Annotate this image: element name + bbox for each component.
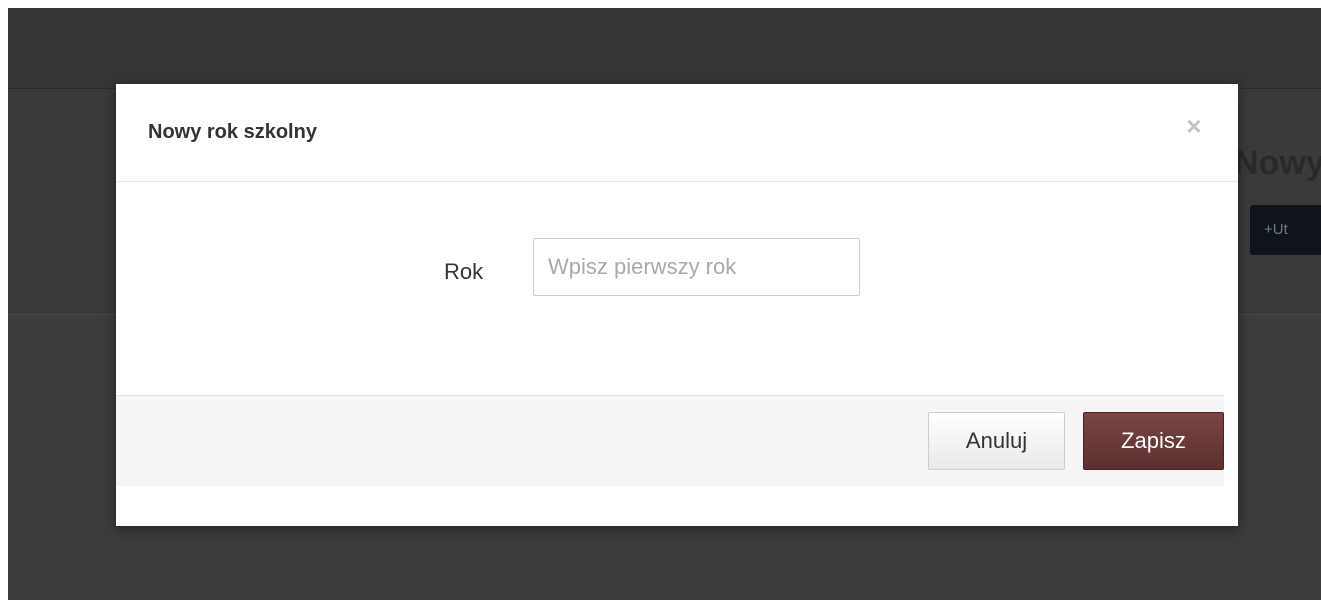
plus-icon: + bbox=[1264, 221, 1273, 238]
background-create-button-label: Ut bbox=[1272, 221, 1288, 238]
save-button[interactable]: Zapisz bbox=[1083, 412, 1224, 470]
year-label: Rok bbox=[444, 259, 484, 284]
year-input[interactable] bbox=[533, 238, 860, 296]
page-backdrop: Nowy +Ut Nowy rok szkolny × Rok Anuluj Z… bbox=[8, 8, 1321, 600]
modal-title: Nowy rok szkolny bbox=[148, 121, 317, 143]
cancel-button[interactable]: Anuluj bbox=[928, 412, 1065, 470]
modal-body: Rok bbox=[116, 182, 1238, 395]
modal-footer: Anuluj Zapisz bbox=[116, 395, 1224, 486]
navbar-background bbox=[8, 8, 1321, 89]
background-heading: Nowy bbox=[1234, 144, 1321, 182]
new-school-year-modal: Nowy rok szkolny × Rok Anuluj Zapisz bbox=[116, 84, 1238, 526]
modal-header: Nowy rok szkolny × bbox=[116, 84, 1238, 182]
close-icon[interactable]: × bbox=[1180, 112, 1208, 140]
background-create-button: +Ut bbox=[1250, 205, 1321, 255]
